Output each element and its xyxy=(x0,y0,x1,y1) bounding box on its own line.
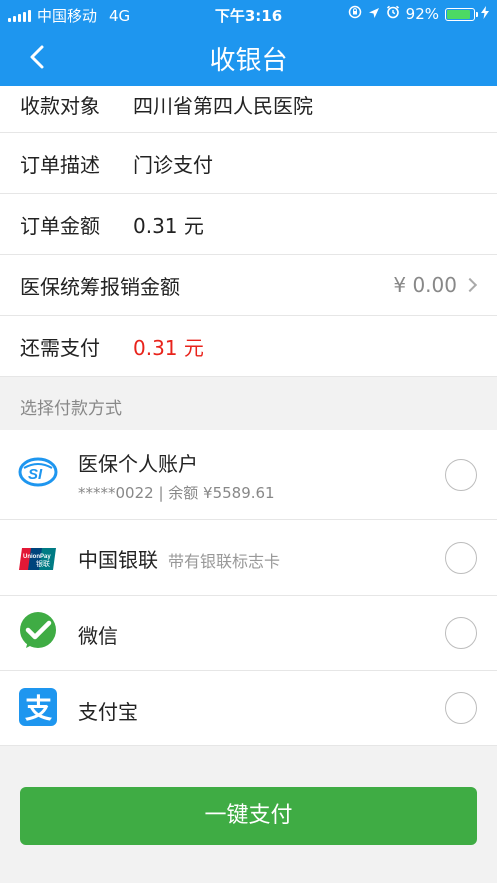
alipay-icon: 支 xyxy=(18,687,58,727)
payee-row: 收款对象 四川省第四人民医院 xyxy=(0,86,497,133)
payee-label: 收款对象 xyxy=(20,94,100,118)
radio-button[interactable] xyxy=(445,692,477,724)
location-icon xyxy=(368,5,380,23)
radio-button[interactable] xyxy=(445,542,477,574)
amount-value: 0.31 元 xyxy=(133,213,204,238)
payment-section-title: 选择付款方式 xyxy=(20,399,122,419)
amount-row: 订单金额 0.31 元 xyxy=(0,194,497,255)
svg-text:UnionPay: UnionPay xyxy=(23,554,51,560)
page-title: 收银台 xyxy=(209,46,288,76)
nav-bar: 收银台 xyxy=(0,28,497,86)
amount-label: 订单金额 xyxy=(20,213,100,238)
wechat-icon xyxy=(18,611,58,651)
lock-rotation-icon xyxy=(348,5,362,23)
payment-methods: SI 医保个人账户 *****0022 | 余额 ¥5589.61 UnionP… xyxy=(0,430,497,746)
description-label: 订单描述 xyxy=(20,152,100,177)
method-note: 带有银联标志卡 xyxy=(168,552,281,571)
payment-method-wechat[interactable]: 微信 xyxy=(0,596,497,671)
amount-due-row: 还需支付 0.31 元 xyxy=(0,316,497,377)
method-name: 微信 xyxy=(78,624,118,648)
insurance-reimbursement-value: ¥ 0.00 xyxy=(393,273,457,297)
insurance-reimbursement-row[interactable]: 医保统筹报销金额 ¥ 0.00 xyxy=(0,255,497,316)
chevron-right-icon xyxy=(462,277,478,293)
battery-icon xyxy=(445,7,478,21)
header: 中国移动 4G 下午3:16 92% 收银台 xyxy=(0,0,497,86)
payment-method-alipay[interactable]: 支 支付宝 xyxy=(0,671,497,746)
si-medical-insurance-icon: SI xyxy=(18,452,58,492)
one-click-pay-button[interactable]: 一键支付 xyxy=(20,787,477,845)
description-row: 订单描述 门诊支付 xyxy=(0,133,497,194)
method-name: 支付宝 xyxy=(78,700,138,724)
alarm-icon xyxy=(386,5,400,23)
payment-method-unionpay[interactable]: UnionPay 银联 中国银联 带有银联标志卡 xyxy=(0,520,497,596)
unionpay-icon: UnionPay 银联 xyxy=(18,538,58,578)
status-bar: 中国移动 4G 下午3:16 92% xyxy=(0,0,497,28)
method-name: 中国银联 xyxy=(78,548,158,572)
charging-icon xyxy=(481,5,489,23)
description-value: 门诊支付 xyxy=(133,152,213,177)
payment-method-medical-insurance[interactable]: SI 医保个人账户 *****0022 | 余额 ¥5589.61 xyxy=(0,430,497,520)
insurance-reimbursement-label: 医保统筹报销金额 xyxy=(20,274,180,299)
radio-button[interactable] xyxy=(445,617,477,649)
method-balance: *****0022 | 余额 ¥5589.61 xyxy=(78,484,275,502)
amount-due-value: 0.31 元 xyxy=(133,335,204,360)
svg-text:SI: SI xyxy=(28,466,43,483)
battery-percent: 92% xyxy=(405,5,439,23)
svg-text:支: 支 xyxy=(25,694,52,725)
radio-button[interactable] xyxy=(445,459,477,491)
method-name: 医保个人账户 xyxy=(78,452,198,476)
svg-text:银联: 银联 xyxy=(36,559,50,568)
amount-due-label: 还需支付 xyxy=(20,335,100,360)
order-info: 收款对象 四川省第四人民医院 订单描述 门诊支付 订单金额 0.31 元 医保统… xyxy=(0,86,497,377)
payee-value: 四川省第四人民医院 xyxy=(133,94,313,118)
